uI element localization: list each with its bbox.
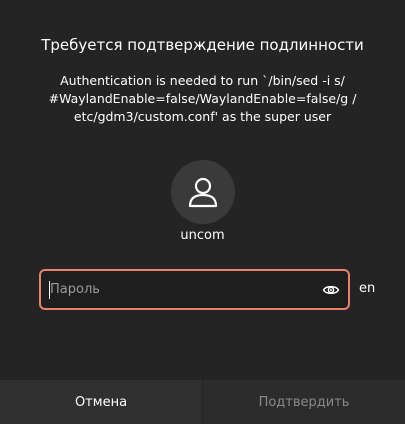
authentication-dialog: Требуется подтверждение подлинности Auth…	[0, 0, 405, 424]
confirm-button[interactable]: Подтвердить	[203, 380, 405, 424]
password-field[interactable]	[39, 269, 350, 310]
dialog-buttons: Отмена Подтвердить	[0, 380, 405, 424]
dialog-title: Требуется подтверждение подлинности	[41, 36, 364, 54]
username-label: uncom	[180, 228, 225, 243]
dialog-message: Authentication is needed to run `/bin/se…	[48, 73, 357, 124]
keyboard-layout-indicator[interactable]: en	[359, 281, 375, 296]
user-icon	[188, 177, 218, 208]
password-input[interactable]	[50, 271, 305, 308]
user-avatar	[171, 160, 235, 224]
cancel-button[interactable]: Отмена	[0, 380, 203, 424]
eye-icon[interactable]	[322, 281, 340, 299]
